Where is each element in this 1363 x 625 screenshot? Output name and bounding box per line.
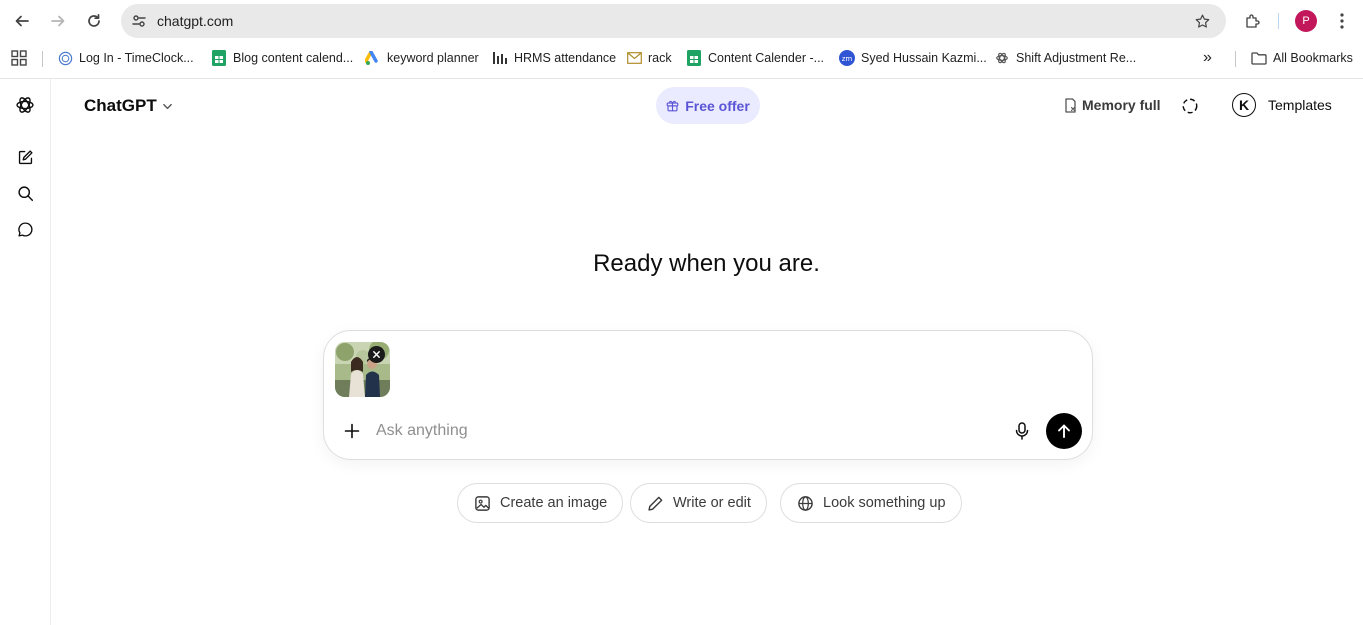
level-icon xyxy=(492,50,508,66)
openai-logo-icon[interactable] xyxy=(15,95,35,115)
site-settings-icon[interactable] xyxy=(129,11,149,31)
sidebar xyxy=(0,79,51,625)
bookmark-item[interactable]: keyword planner xyxy=(365,49,479,67)
bookmarks-divider xyxy=(1235,51,1236,67)
back-icon[interactable] xyxy=(10,9,34,33)
globe-icon xyxy=(57,50,73,66)
more-bookmarks-button[interactable]: » xyxy=(1203,49,1212,67)
bookmark-item[interactable]: Shift Adjustment Re... xyxy=(994,49,1136,67)
free-offer-label: Free offer xyxy=(685,97,750,114)
bookmark-item[interactable]: HRMS attendance xyxy=(492,49,616,67)
ads-icon xyxy=(365,50,381,66)
toolbar-divider xyxy=(1278,13,1279,29)
memory-full-label: Memory full xyxy=(1082,97,1161,113)
free-offer-button[interactable]: Free offer xyxy=(656,87,760,124)
mail-icon xyxy=(626,50,642,66)
bookmark-label: Content Calender -... xyxy=(708,51,825,65)
all-bookmarks-button[interactable]: All Bookmarks xyxy=(1251,49,1353,67)
templates-link[interactable]: Templates xyxy=(1268,97,1332,113)
microphone-icon[interactable] xyxy=(1012,421,1032,441)
bookmark-item[interactable]: Content Calender -... xyxy=(686,49,824,67)
memory-full-icon xyxy=(1064,97,1077,113)
zoominfo-icon: zm xyxy=(839,50,855,66)
bookmark-label: Syed Hussain Kazmi... xyxy=(861,51,987,65)
model-name: ChatGPT xyxy=(84,96,157,115)
arrow-up-icon xyxy=(1058,424,1070,438)
page-headline: Ready when you are. xyxy=(593,250,820,277)
bookmark-label: keyword planner xyxy=(387,51,479,65)
bookmark-item[interactable]: Blog content calend... xyxy=(211,49,353,67)
svg-text:zm: zm xyxy=(842,55,853,63)
chrome-divider xyxy=(0,78,1363,79)
model-selector[interactable]: ChatGPT xyxy=(84,95,173,117)
url-text[interactable]: chatgpt.com xyxy=(157,13,233,29)
remove-attachment-icon[interactable] xyxy=(368,346,385,363)
browser-toolbar: chatgpt.com P xyxy=(0,0,1363,42)
write-edit-button[interactable]: Write or edit xyxy=(630,483,767,523)
plus-icon[interactable] xyxy=(342,421,362,441)
bookmark-label: HRMS attendance xyxy=(514,51,617,65)
chevron-down-icon xyxy=(162,97,173,117)
chip-label: Create an image xyxy=(500,495,608,511)
profile-avatar[interactable]: P xyxy=(1295,10,1317,32)
reload-icon[interactable] xyxy=(82,9,106,33)
look-something-up-button[interactable]: Look something up xyxy=(780,483,962,523)
apps-grid-icon[interactable] xyxy=(11,49,27,67)
bookmark-item[interactable]: zm Syed Hussain Kazmi... xyxy=(839,49,987,67)
bookmark-label: rack xyxy=(648,51,672,65)
sheets-icon xyxy=(211,50,227,66)
bookmark-label: Shift Adjustment Re... xyxy=(1016,51,1137,65)
image-icon xyxy=(474,495,491,512)
send-button[interactable] xyxy=(1046,413,1082,449)
sheets-icon xyxy=(686,50,702,66)
bookmark-label: Blog content calend... xyxy=(233,51,354,65)
kebab-menu-icon[interactable] xyxy=(1332,9,1352,33)
temporary-chat-icon[interactable] xyxy=(1180,96,1200,116)
chip-label: Look something up xyxy=(823,495,946,511)
openai-icon xyxy=(994,50,1010,66)
bookmarks-divider xyxy=(42,51,43,67)
chat-bubble-icon[interactable] xyxy=(15,219,35,239)
globe-icon xyxy=(797,495,814,512)
all-bookmarks-label: All Bookmarks xyxy=(1273,51,1353,65)
chip-label: Write or edit xyxy=(673,495,751,511)
bookmark-star-icon[interactable] xyxy=(1192,11,1212,31)
account-avatar[interactable]: K xyxy=(1232,93,1256,117)
create-image-button[interactable]: Create an image xyxy=(457,483,624,523)
forward-icon[interactable] xyxy=(46,9,70,33)
bookmark-item[interactable]: rack xyxy=(626,49,672,67)
new-chat-icon[interactable] xyxy=(15,147,35,167)
bookmarks-bar: Log In - TimeClock... Blog content calen… xyxy=(0,42,1363,74)
pencil-icon xyxy=(647,495,664,512)
gift-icon xyxy=(666,99,679,112)
extensions-icon[interactable] xyxy=(1241,9,1265,33)
folder-icon xyxy=(1251,50,1267,66)
address-bar[interactable]: chatgpt.com xyxy=(121,4,1226,38)
bookmark-label: Log In - TimeClock... xyxy=(79,51,194,65)
search-icon[interactable] xyxy=(15,183,35,203)
memory-full-button[interactable]: Memory full xyxy=(1064,96,1161,114)
message-composer xyxy=(323,330,1093,460)
bookmark-item[interactable]: Log In - TimeClock... xyxy=(57,49,194,67)
ask-input[interactable] xyxy=(376,420,976,442)
